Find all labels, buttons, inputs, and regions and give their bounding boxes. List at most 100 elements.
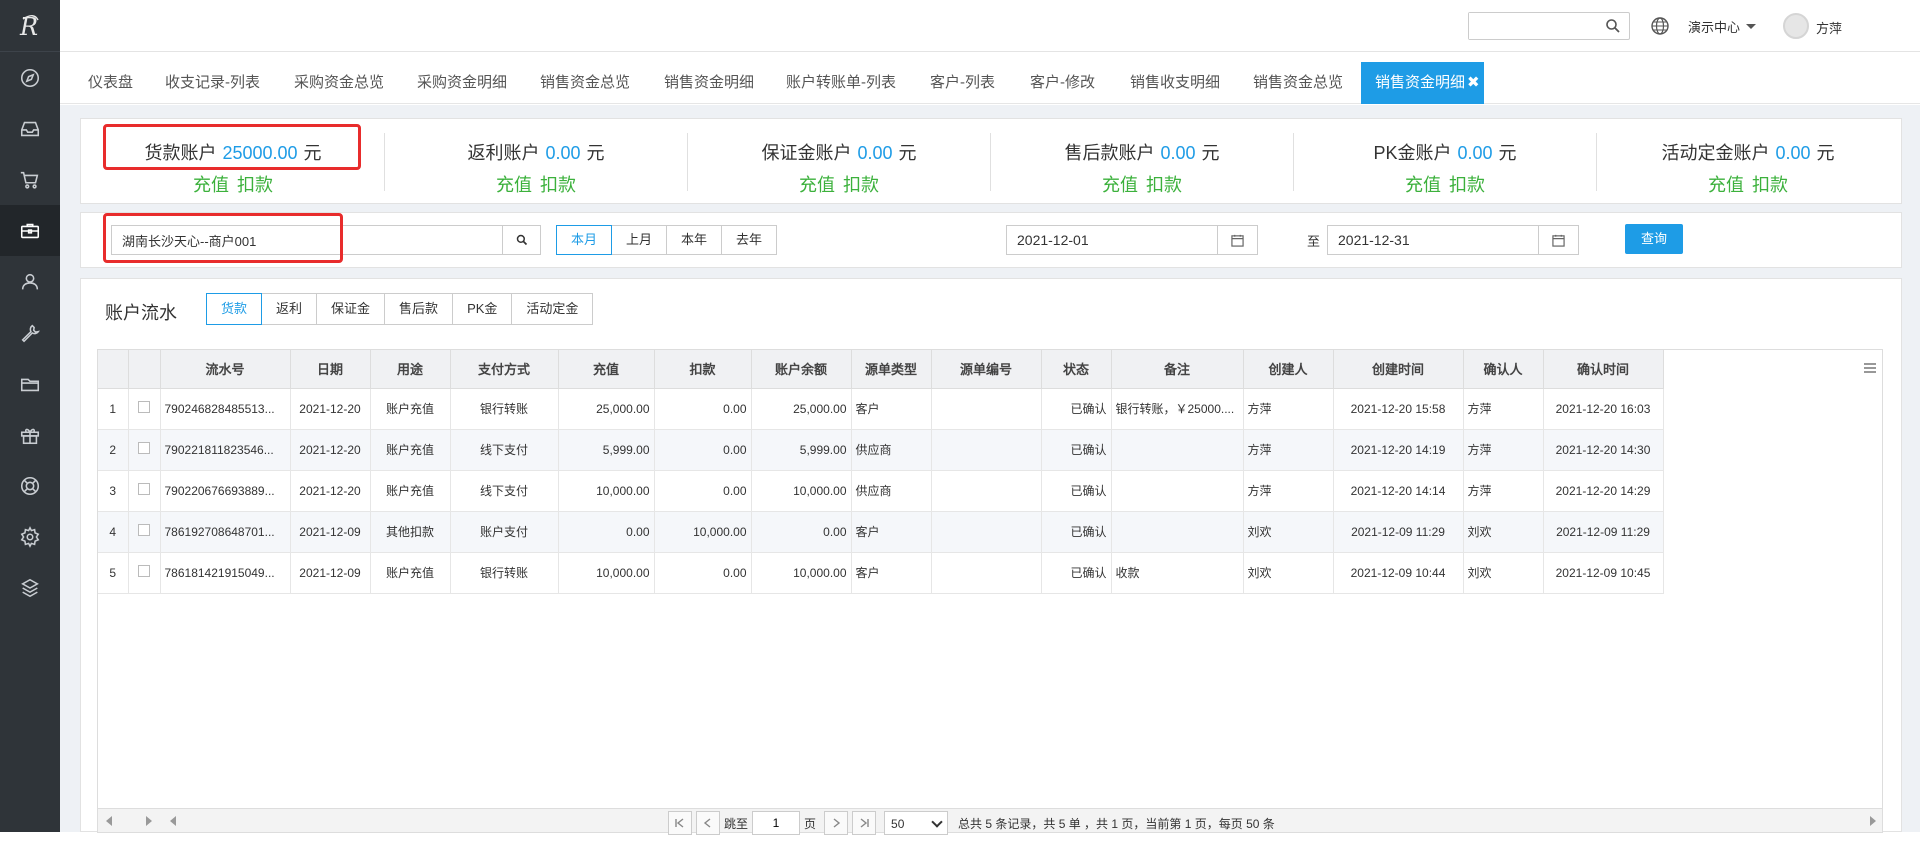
table-row[interactable]: 2 790221811823546... 2021-12-20 账户充值 线下支…	[98, 429, 1664, 471]
tab-purchase-detail[interactable]: 采购资金明细	[417, 62, 507, 104]
nav-layers[interactable]	[0, 562, 60, 613]
nav-briefcase[interactable]	[0, 205, 60, 256]
nav-gift[interactable]	[0, 409, 60, 460]
scroll-left-icon[interactable]	[170, 816, 176, 826]
tab-sales-detail[interactable]: 销售资金明细	[664, 62, 754, 104]
date-from-input[interactable]	[1007, 226, 1207, 254]
nav-wrench[interactable]	[0, 307, 60, 358]
prev-page-button[interactable]	[696, 811, 720, 835]
tab-customer-list[interactable]: 客户-列表	[930, 62, 995, 104]
period-this-month[interactable]: 本月	[556, 225, 613, 255]
last-page-button[interactable]	[852, 811, 877, 835]
row-checkbox[interactable]	[128, 552, 161, 594]
username[interactable]: 方萍	[1816, 18, 1842, 37]
period-last-year[interactable]: 去年	[721, 225, 778, 255]
app-logo[interactable]: R	[0, 0, 60, 52]
nav-user[interactable]	[0, 256, 60, 307]
type-activity-deposit[interactable]: 活动定金	[511, 293, 594, 325]
col-usage[interactable]: 用途	[370, 350, 451, 389]
row-checkbox[interactable]	[128, 511, 161, 553]
checkbox[interactable]	[138, 565, 150, 577]
search-icon[interactable]	[1605, 18, 1621, 34]
deduct-link[interactable]: 扣款	[237, 175, 273, 195]
tab-sales-overview-2[interactable]: 销售资金总览	[1253, 62, 1343, 104]
col-payment[interactable]: 支付方式	[450, 350, 559, 389]
recharge-link[interactable]: 充值	[193, 175, 229, 195]
scroll-right-icon[interactable]	[1870, 816, 1876, 826]
col-source-type[interactable]: 源单类型	[851, 350, 932, 389]
col-confirmer[interactable]: 确认人	[1463, 350, 1544, 389]
type-aftersales[interactable]: 售后款	[384, 293, 454, 325]
tab-income-list[interactable]: 收支记录-列表	[165, 62, 260, 104]
nav-lifebuoy[interactable]	[0, 460, 60, 511]
col-creator[interactable]: 创建人	[1243, 350, 1334, 389]
page-size-select[interactable]: 50	[884, 811, 949, 835]
nav-settings[interactable]	[0, 511, 60, 562]
recharge-link[interactable]: 充值	[1405, 175, 1441, 195]
deduct-link[interactable]: 扣款	[1449, 175, 1485, 195]
checkbox[interactable]	[138, 483, 150, 495]
col-status[interactable]: 状态	[1041, 350, 1112, 389]
table-row[interactable]: 4 786192708648701... 2021-12-09 其他扣款 账户支…	[98, 511, 1664, 553]
row-checkbox[interactable]	[128, 470, 161, 512]
tab-purchase-overview[interactable]: 采购资金总览	[294, 62, 384, 104]
table-row[interactable]: 5 786181421915049... 2021-12-09 账户充值 银行转…	[98, 552, 1664, 594]
checkbox[interactable]	[138, 442, 150, 454]
deduct-link[interactable]: 扣款	[540, 175, 576, 195]
col-balance[interactable]: 账户余额	[751, 350, 852, 389]
tab-sales-overview[interactable]: 销售资金总览	[540, 62, 630, 104]
deduct-link[interactable]: 扣款	[843, 175, 879, 195]
deduct-link[interactable]: 扣款	[1752, 175, 1788, 195]
nav-compass[interactable]	[0, 52, 60, 103]
col-confirmed-time[interactable]: 确认时间	[1543, 350, 1664, 389]
col-date[interactable]: 日期	[290, 350, 371, 389]
tab-dashboard[interactable]: 仪表盘	[88, 62, 133, 104]
close-icon[interactable]: ✖	[1467, 62, 1480, 104]
table-row[interactable]: 1 790246828485513... 2021-12-20 账户充值 银行转…	[98, 388, 1664, 430]
recharge-link[interactable]: 充值	[799, 175, 835, 195]
col-deduct[interactable]: 扣款	[654, 350, 752, 389]
nav-inbox[interactable]	[0, 103, 60, 154]
nav-cart[interactable]	[0, 154, 60, 205]
first-page-button[interactable]	[668, 811, 692, 835]
globe-icon[interactable]	[1650, 16, 1670, 36]
tab-sales-income-detail[interactable]: 销售收支明细	[1130, 62, 1220, 104]
table-row[interactable]: 3 790220676693889... 2021-12-20 账户充值 线下支…	[98, 470, 1664, 512]
col-source-no[interactable]: 源单编号	[931, 350, 1042, 389]
recharge-link[interactable]: 充值	[1708, 175, 1744, 195]
type-rebate[interactable]: 返利	[261, 293, 318, 325]
recharge-link[interactable]: 充值	[1102, 175, 1138, 195]
type-pk[interactable]: PK金	[452, 293, 513, 325]
next-page-button[interactable]	[824, 811, 849, 835]
date-from-picker[interactable]	[1217, 226, 1257, 254]
nav-folder[interactable]	[0, 358, 60, 409]
scroll-right-icon[interactable]	[146, 816, 152, 826]
checkbox[interactable]	[138, 401, 150, 413]
scroll-left-icon[interactable]	[106, 816, 112, 826]
col-created-time[interactable]: 创建时间	[1333, 350, 1464, 389]
col-remark[interactable]: 备注	[1111, 350, 1244, 389]
merchant-search-button[interactable]	[502, 226, 540, 254]
period-this-year[interactable]: 本年	[666, 225, 723, 255]
period-last-month[interactable]: 上月	[611, 225, 668, 255]
page-number-input[interactable]	[752, 811, 801, 835]
global-search-input[interactable]	[1469, 13, 1599, 39]
tab-sales-detail-active[interactable]: 销售资金明细 ✖	[1361, 62, 1484, 104]
col-check[interactable]	[128, 350, 161, 389]
row-checkbox[interactable]	[128, 429, 161, 471]
checkbox[interactable]	[138, 524, 150, 536]
row-checkbox[interactable]	[128, 388, 161, 430]
col-recharge[interactable]: 充值	[558, 350, 655, 389]
recharge-link[interactable]: 充值	[496, 175, 532, 195]
deduct-link[interactable]: 扣款	[1146, 175, 1182, 195]
type-goods[interactable]: 货款	[206, 293, 263, 325]
date-to-input[interactable]	[1328, 226, 1528, 254]
type-deposit[interactable]: 保证金	[316, 293, 386, 325]
tab-customer-edit[interactable]: 客户-修改	[1030, 62, 1095, 104]
column-menu-icon[interactable]	[1862, 360, 1878, 376]
col-serial[interactable]: 流水号	[160, 350, 291, 389]
query-button[interactable]: 查询	[1625, 224, 1683, 254]
demo-center-menu[interactable]: 演示中心	[1688, 17, 1757, 36]
date-to-picker[interactable]	[1538, 226, 1578, 254]
avatar[interactable]	[1783, 13, 1809, 39]
